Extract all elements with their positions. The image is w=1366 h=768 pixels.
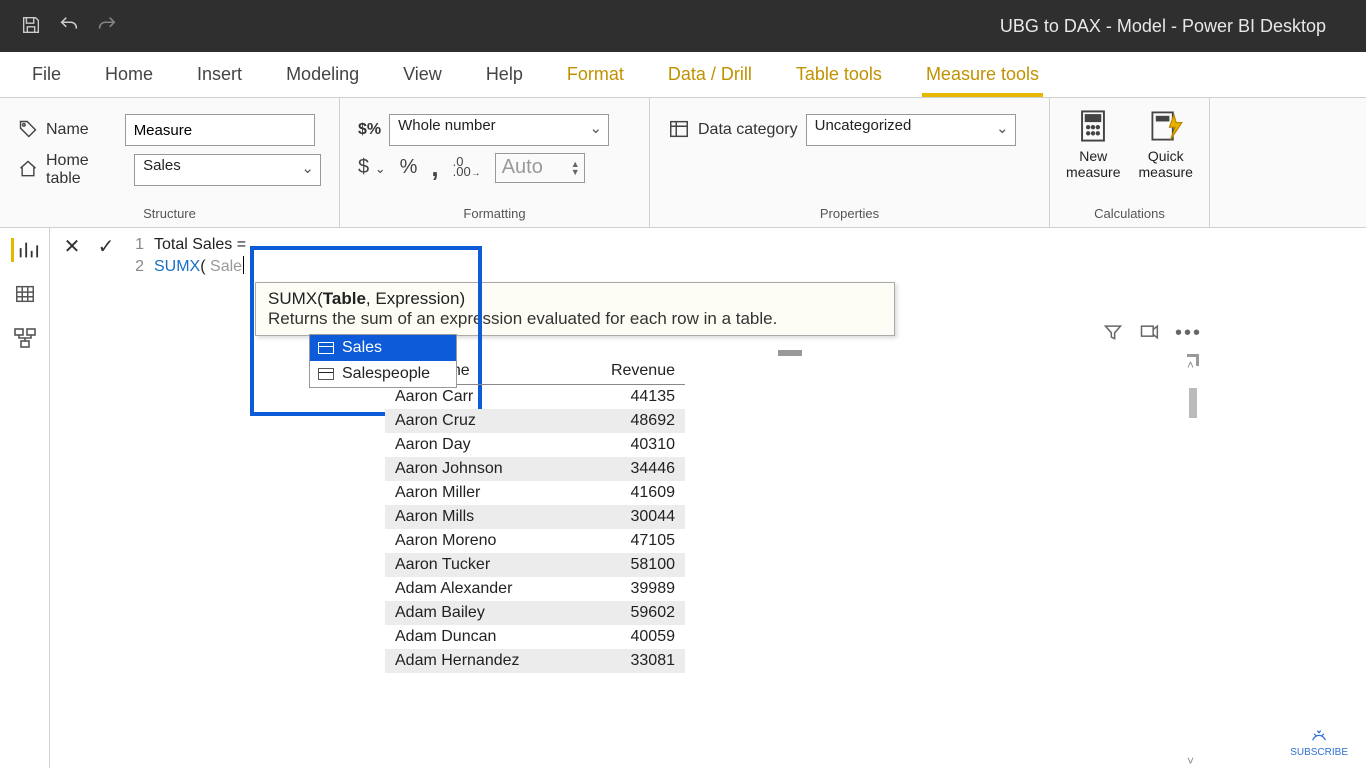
table-row[interactable]: Adam Bailey59602 (385, 601, 685, 625)
thousands-button[interactable]: , (431, 152, 438, 183)
table-row[interactable]: Aaron Miller41609 (385, 481, 685, 505)
table-row[interactable]: Adam Alexander39989 (385, 577, 685, 601)
name-label: Name (46, 121, 89, 139)
table-row[interactable]: Aaron Mills30044 (385, 505, 685, 529)
titlebar: UBG to DAX - Model - Power BI Desktop (0, 0, 1366, 52)
group-label-calculations: Calculations (1068, 202, 1191, 221)
ribbon-group-formatting: $% Whole number $ ⌄ % , .0.00→ Auto ▲▼ F… (340, 98, 650, 227)
data-view-icon[interactable] (11, 282, 39, 306)
table-visual[interactable]: ••• mer Name Revenue Aaron Carr44135Aaro… (385, 358, 1195, 768)
table-icon (318, 342, 334, 354)
quick-measure-button[interactable]: Quick measure (1139, 108, 1193, 202)
formula-cancel-button[interactable]: ✕ (60, 234, 84, 258)
filter-icon[interactable] (1103, 322, 1123, 342)
ribbon: Name Home table Sales Structure $% Whole… (0, 98, 1366, 228)
calculator-icon (1075, 108, 1111, 144)
formula-commit-button[interactable]: ✓ (94, 234, 118, 258)
redo-icon[interactable] (96, 14, 118, 39)
tab-insert[interactable]: Insert (175, 54, 264, 95)
resize-handle-top[interactable] (778, 350, 802, 356)
format-select[interactable]: Whole number (389, 114, 609, 146)
home-icon (18, 159, 38, 182)
window-title: UBG to DAX - Model - Power BI Desktop (1000, 16, 1326, 37)
tab-home[interactable]: Home (83, 54, 175, 95)
calculator-lightning-icon (1148, 108, 1184, 144)
view-rail (0, 228, 50, 768)
table-row[interactable]: Aaron Tucker58100 (385, 553, 685, 577)
tab-measure-tools[interactable]: Measure tools (904, 54, 1061, 95)
table-icon (318, 368, 334, 380)
tab-table-tools[interactable]: Table tools (774, 54, 904, 95)
data-category-select[interactable]: Uncategorized (806, 114, 1016, 146)
decimals-button[interactable]: .0.00→ (453, 157, 481, 179)
table-row[interactable]: Adam Duncan40059 (385, 625, 685, 649)
table-row[interactable]: Aaron Moreno47105 (385, 529, 685, 553)
percent-button[interactable]: % (400, 156, 418, 179)
decimal-places-input[interactable]: Auto ▲▼ (495, 153, 585, 183)
canvas: ✕ ✓ 1Total Sales = 2SUMX( Sale SUMX(Tabl… (50, 228, 1366, 768)
data-category-label: Data category (698, 121, 798, 139)
tab-format[interactable]: Format (545, 54, 646, 95)
intellisense-suggest[interactable]: Sales Salespeople (309, 334, 457, 388)
text-cursor (243, 256, 244, 274)
more-options-icon[interactable]: ••• (1175, 322, 1195, 342)
ribbon-tabs: File Home Insert Modeling View Help Form… (0, 52, 1366, 98)
measure-name-input[interactable] (125, 114, 315, 146)
home-table-select[interactable]: Sales (134, 154, 321, 186)
report-view-icon[interactable] (11, 238, 39, 262)
visual-scrollbar[interactable]: ˄ ˅ (1185, 358, 1201, 768)
scrollbar-thumb[interactable] (1189, 388, 1197, 418)
dax-editor[interactable]: 1Total Sales = 2SUMX( Sale (128, 234, 246, 278)
formula-bar: ✕ ✓ 1Total Sales = 2SUMX( Sale (50, 228, 1366, 284)
format-icon: $% (358, 121, 381, 139)
intellisense-tooltip: SUMX(Table, Expression) Returns the sum … (255, 282, 895, 336)
table-row[interactable]: Aaron Day40310 (385, 433, 685, 457)
category-icon (668, 118, 690, 143)
tab-help[interactable]: Help (464, 54, 545, 95)
table-row[interactable]: Aaron Carr44135 (385, 385, 685, 410)
col-revenue[interactable]: Revenue (575, 358, 685, 385)
undo-icon[interactable] (58, 14, 80, 39)
focus-mode-icon[interactable] (1139, 322, 1159, 342)
ribbon-group-structure: Name Home table Sales Structure (0, 98, 340, 227)
new-measure-button[interactable]: New measure (1066, 108, 1120, 202)
tab-data-drill[interactable]: Data / Drill (646, 54, 774, 95)
data-table: mer Name Revenue Aaron Carr44135Aaron Cr… (385, 358, 685, 673)
table-row[interactable]: Aaron Johnson34446 (385, 457, 685, 481)
ribbon-group-properties: Data category Uncategorized Properties (650, 98, 1050, 227)
group-label-formatting: Formatting (358, 202, 631, 221)
group-label-properties: Properties (668, 202, 1031, 221)
group-label-structure: Structure (18, 202, 321, 221)
tab-file[interactable]: File (10, 54, 83, 95)
tab-modeling[interactable]: Modeling (264, 54, 381, 95)
suggest-option-sales[interactable]: Sales (310, 335, 456, 361)
save-icon[interactable] (20, 14, 42, 39)
table-row[interactable]: Adam Hernandez33081 (385, 649, 685, 673)
table-row[interactable]: Aaron Cruz48692 (385, 409, 685, 433)
ribbon-group-calculations: New measure Quick measure Calculations (1050, 98, 1210, 227)
tag-icon (18, 119, 38, 142)
tab-view[interactable]: View (381, 54, 464, 95)
model-view-icon[interactable] (11, 326, 39, 350)
currency-button[interactable]: $ ⌄ (358, 156, 386, 179)
home-table-label: Home table (46, 152, 126, 188)
subscribe-watermark: SUBSCRIBE (1290, 729, 1348, 758)
suggest-option-salespeople[interactable]: Salespeople (310, 361, 456, 387)
